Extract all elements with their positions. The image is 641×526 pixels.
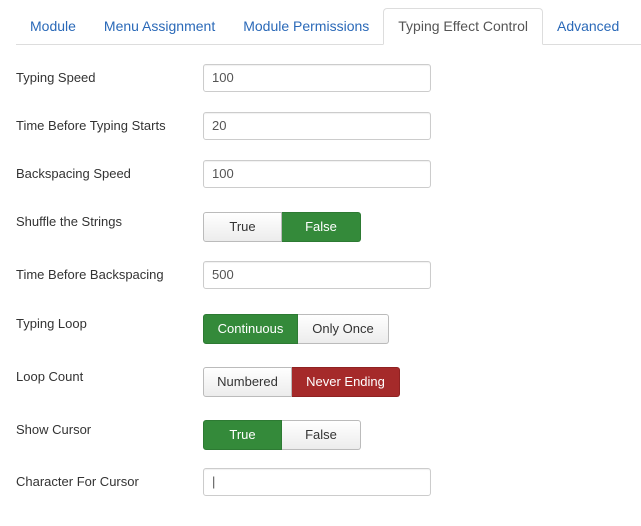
tab-menu-assignment[interactable]: Menu Assignment [90, 9, 229, 44]
typing-speed-input[interactable]: 100 [203, 64, 431, 92]
time-before-backspacing-label: Time Before Backspacing [16, 267, 164, 282]
loop-count-never-ending-button[interactable]: Never Ending [292, 367, 400, 397]
tab-module[interactable]: Module [16, 9, 90, 44]
time-before-backspacing-input[interactable]: 500 [203, 261, 431, 289]
backspacing-speed-input[interactable]: 100 [203, 160, 431, 188]
backspacing-speed-label: Backspacing Speed [16, 166, 131, 181]
cursor-char-input[interactable]: | [203, 468, 431, 496]
shuffle-label: Shuffle the Strings [16, 214, 122, 229]
show-cursor-label: Show Cursor [16, 422, 92, 437]
loop-count-toggle: Numbered Never Ending [203, 367, 400, 397]
cursor-char-label: Character For Cursor [16, 474, 139, 489]
shuffle-toggle: True False [203, 212, 361, 242]
loop-count-numbered-button[interactable]: Numbered [203, 367, 292, 397]
typing-speed-label: Typing Speed [16, 70, 96, 85]
show-cursor-true-button[interactable]: True [203, 420, 282, 450]
tab-bar: Module Menu Assignment Module Permission… [16, 8, 641, 45]
shuffle-false-button[interactable]: False [282, 212, 361, 242]
show-cursor-false-button[interactable]: False [282, 420, 361, 450]
shuffle-true-button[interactable]: True [203, 212, 282, 242]
typing-loop-only-once-button[interactable]: Only Once [298, 314, 389, 344]
time-before-typing-input[interactable]: 20 [203, 112, 431, 140]
tab-typing-effect-control[interactable]: Typing Effect Control [383, 8, 543, 45]
typing-loop-label: Typing Loop [16, 316, 87, 331]
typing-loop-continuous-button[interactable]: Continuous [203, 314, 298, 344]
show-cursor-toggle: True False [203, 420, 361, 450]
time-before-typing-label: Time Before Typing Starts [16, 118, 166, 133]
tab-module-permissions[interactable]: Module Permissions [229, 9, 383, 44]
typing-loop-toggle: Continuous Only Once [203, 314, 389, 344]
tab-advanced[interactable]: Advanced [543, 9, 633, 44]
loop-count-label: Loop Count [16, 369, 84, 384]
